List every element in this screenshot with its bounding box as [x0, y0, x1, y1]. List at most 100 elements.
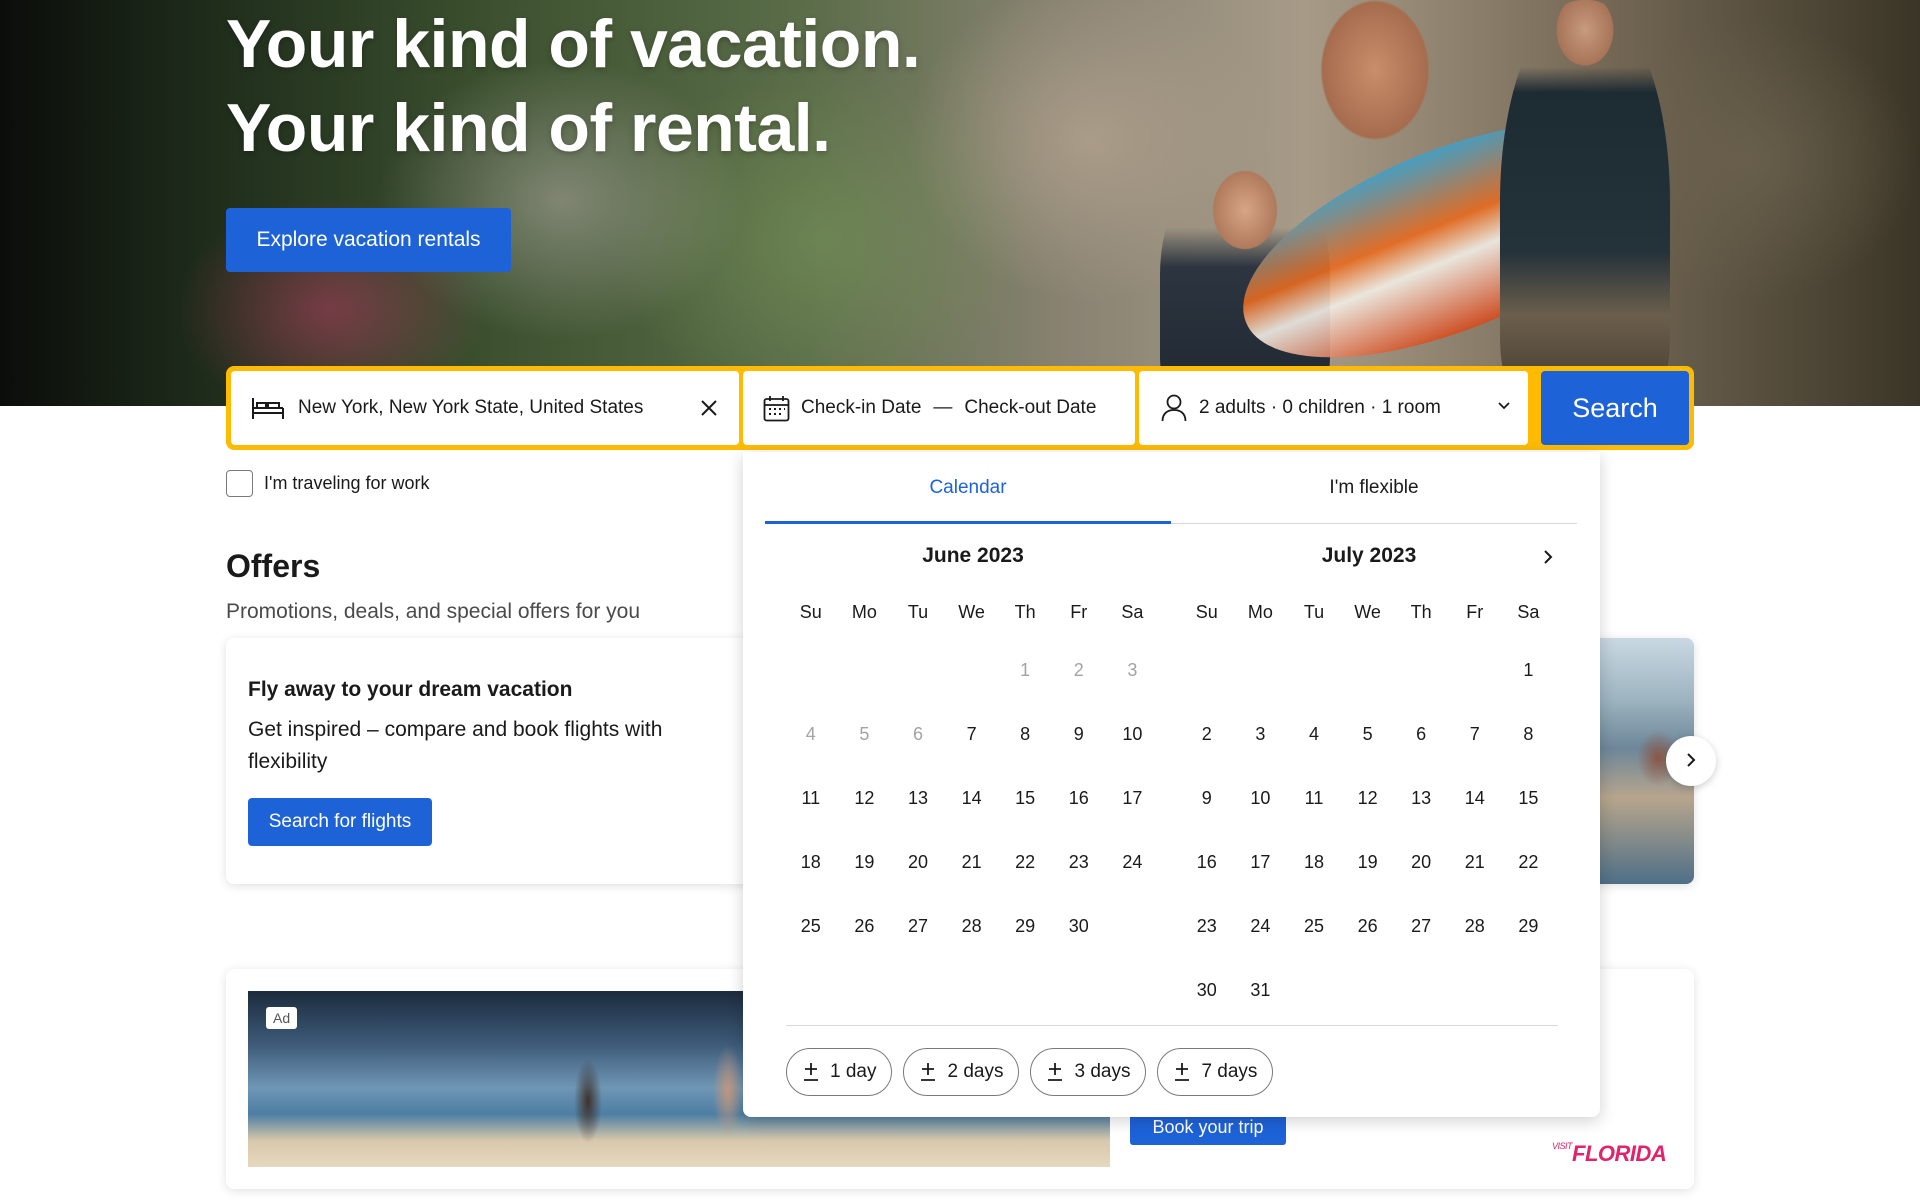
- calendar-day[interactable]: 27: [891, 894, 945, 958]
- work-travel-label: I'm traveling for work: [264, 473, 430, 493]
- calendar-day[interactable]: 17: [1234, 830, 1288, 894]
- hero-title-line-1: Your kind of vacation.: [226, 6, 921, 82]
- calendar-day[interactable]: 18: [784, 830, 838, 894]
- next-month-button[interactable]: [1531, 542, 1565, 576]
- calendar-day[interactable]: 13: [891, 766, 945, 830]
- work-travel-checkbox[interactable]: [226, 470, 253, 497]
- calendar-day: 6: [912, 723, 923, 744]
- person-icon: [1161, 394, 1187, 422]
- quick-add-chip[interactable]: 7 days: [1157, 1048, 1274, 1096]
- checkout-date[interactable]: Check-out Date: [964, 397, 1096, 419]
- quick-add-chip-label: 1 day: [830, 1061, 877, 1082]
- calendar-day[interactable]: 15: [1502, 766, 1556, 830]
- calendar-day[interactable]: 24: [1106, 830, 1160, 894]
- destination-input[interactable]: New York, New York State, United States: [298, 397, 643, 419]
- quick-add-chip[interactable]: 2 days: [903, 1048, 1020, 1096]
- calendar-day[interactable]: 30: [1052, 894, 1106, 958]
- calendar-day[interactable]: 23: [1180, 894, 1234, 958]
- calendar-grid-july: 1 2 3 4 5 6 7 8 9 10 11 12 13 14 15 16 17 18 19 20 21 22 23 24 2…: [1180, 638, 1555, 1022]
- calendar-day[interactable]: 13: [1394, 766, 1448, 830]
- search-bar: New York, New York State, United States …: [226, 366, 1694, 450]
- carousel-next-button[interactable]: [1666, 736, 1716, 786]
- calendar-day[interactable]: 30: [1180, 958, 1234, 1022]
- date-field[interactable]: Check-in Date — Check-out Date: [743, 371, 1135, 445]
- plus-minus-icon: [1046, 1062, 1064, 1082]
- month-title-june: June 2023: [922, 544, 1024, 567]
- tab-flexible[interactable]: I'm flexible: [1171, 452, 1577, 524]
- offer-card-description: Get inspired – compare and book flights …: [248, 718, 663, 773]
- calendar-day[interactable]: 28: [1448, 894, 1502, 958]
- calendar-day[interactable]: 11: [1287, 766, 1341, 830]
- calendar-day[interactable]: 31: [1234, 958, 1288, 1022]
- checkin-date[interactable]: Check-in Date: [801, 397, 921, 419]
- calendar-day[interactable]: 26: [838, 894, 892, 958]
- calendar-day[interactable]: 21: [945, 830, 999, 894]
- offer-card-title: Fly away to your dream vacation: [248, 678, 573, 701]
- calendar-day[interactable]: 12: [1341, 766, 1395, 830]
- explore-vacation-rentals-button[interactable]: Explore vacation rentals: [226, 208, 511, 272]
- calendar-day[interactable]: 22: [998, 830, 1052, 894]
- weekday-label: Su: [799, 602, 822, 622]
- calendar-grid-june: 1 2 3 4 5 6 7 8 9 10 11 12 13 14 15 16 17 18 19 20 21 22 23 24 2…: [784, 638, 1159, 958]
- work-travel-option[interactable]: I'm traveling for work: [226, 470, 429, 497]
- calendar-day[interactable]: 23: [1052, 830, 1106, 894]
- calendar-day[interactable]: 2: [1180, 702, 1234, 766]
- chevron-down-icon[interactable]: [1497, 401, 1511, 411]
- calendar-day[interactable]: 10: [1106, 702, 1160, 766]
- guests-summary: 2 adults · 0 children · 1 room: [1199, 397, 1441, 418]
- quick-add-chip[interactable]: 3 days: [1030, 1048, 1147, 1096]
- calendar-day[interactable]: 19: [838, 830, 892, 894]
- calendar-day[interactable]: 6: [1394, 702, 1448, 766]
- calendar-day[interactable]: 4: [1287, 702, 1341, 766]
- calendar-day[interactable]: 8: [998, 702, 1052, 766]
- calendar-day[interactable]: 17: [1106, 766, 1160, 830]
- weekday-label: Mo: [851, 602, 877, 622]
- calendar-day[interactable]: 14: [945, 766, 999, 830]
- plus-minus-icon: [1173, 1062, 1191, 1082]
- chevron-right-icon: [1543, 549, 1553, 570]
- calendar-day[interactable]: 24: [1234, 894, 1288, 958]
- calendar-day[interactable]: 7: [1448, 702, 1502, 766]
- calendar-day[interactable]: 10: [1234, 766, 1288, 830]
- calendar-day[interactable]: 18: [1287, 830, 1341, 894]
- weekday-label: Tu: [1303, 602, 1325, 622]
- search-for-flights-button[interactable]: Search for flights: [248, 798, 432, 846]
- calendar-day[interactable]: 3: [1234, 702, 1288, 766]
- weekday-header-july: Su Mo Tu We Th Fr Sa: [1180, 602, 1555, 623]
- search-button[interactable]: Search: [1541, 371, 1689, 445]
- calendar-day[interactable]: 27: [1394, 894, 1448, 958]
- quick-add-chip-label: 3 days: [1074, 1061, 1131, 1082]
- quick-add-chip[interactable]: 1 day: [786, 1048, 893, 1096]
- calendar-day[interactable]: 5: [1341, 702, 1395, 766]
- calendar-day[interactable]: 8: [1502, 702, 1556, 766]
- calendar-day[interactable]: 16: [1052, 766, 1106, 830]
- calendar-day[interactable]: 25: [784, 894, 838, 958]
- calendar-day[interactable]: 29: [1502, 894, 1556, 958]
- close-icon[interactable]: [697, 396, 721, 420]
- guests-field[interactable]: 2 adults · 0 children · 1 room: [1139, 371, 1528, 445]
- calendar-day[interactable]: 9: [1052, 702, 1106, 766]
- calendar-day[interactable]: 11: [784, 766, 838, 830]
- ad-badge: Ad: [266, 1007, 298, 1029]
- calendar-day[interactable]: 9: [1180, 766, 1234, 830]
- weekday-label: Mo: [1247, 602, 1273, 622]
- calendar-day[interactable]: 15: [998, 766, 1052, 830]
- destination-field[interactable]: New York, New York State, United States: [231, 371, 739, 445]
- calendar-day[interactable]: 12: [838, 766, 892, 830]
- tab-calendar[interactable]: Calendar: [765, 452, 1171, 524]
- hero-photo-man-right: [1500, 0, 1670, 406]
- hero-banner: Your kind of vacation. Your kind of rent…: [0, 0, 1920, 406]
- calendar-day[interactable]: 26: [1341, 894, 1395, 958]
- calendar-day[interactable]: 19: [1341, 830, 1395, 894]
- calendar-day[interactable]: 20: [891, 830, 945, 894]
- calendar-day[interactable]: 7: [945, 702, 999, 766]
- calendar-day[interactable]: 16: [1180, 830, 1234, 894]
- calendar-day[interactable]: 29: [998, 894, 1052, 958]
- calendar-day[interactable]: 25: [1287, 894, 1341, 958]
- calendar-day[interactable]: 1: [1502, 638, 1556, 702]
- calendar-day[interactable]: 14: [1448, 766, 1502, 830]
- calendar-day[interactable]: 21: [1448, 830, 1502, 894]
- calendar-day[interactable]: 28: [945, 894, 999, 958]
- calendar-day[interactable]: 20: [1394, 830, 1448, 894]
- calendar-day[interactable]: 22: [1502, 830, 1556, 894]
